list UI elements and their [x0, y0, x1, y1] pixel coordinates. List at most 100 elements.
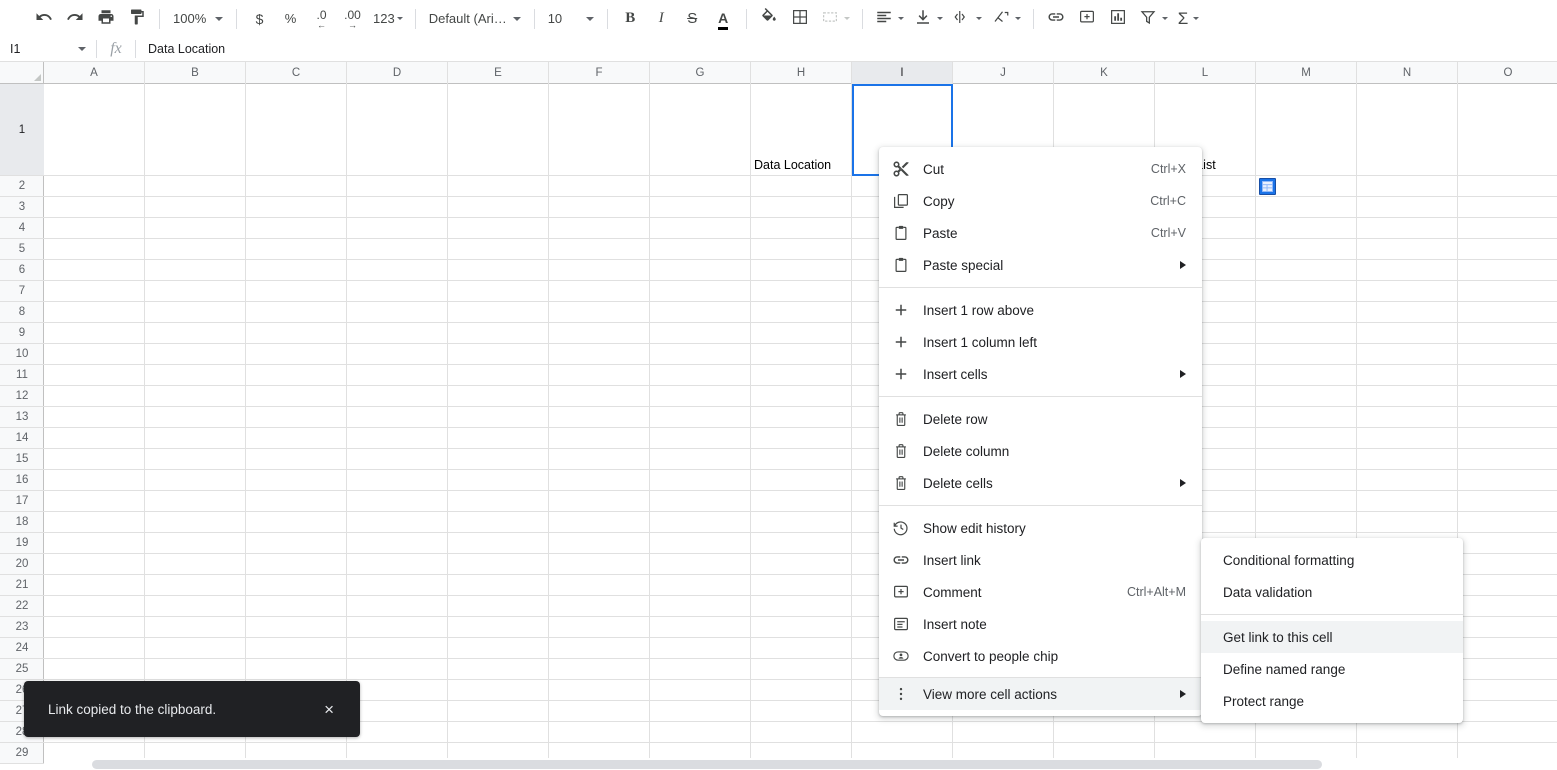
column-header-e[interactable]: E: [448, 62, 549, 84]
row-header-12[interactable]: 12: [0, 386, 44, 407]
row-header-23[interactable]: 23: [0, 617, 44, 638]
row-header-5[interactable]: 5: [0, 239, 44, 260]
row-header-24[interactable]: 24: [0, 638, 44, 659]
row-header-13[interactable]: 13: [0, 407, 44, 428]
menu-item-insert-cells[interactable]: Insert cells: [879, 358, 1202, 390]
row-header-19[interactable]: 19: [0, 533, 44, 554]
submenu-item-protect-range[interactable]: Protect range: [1201, 685, 1463, 717]
row-header-6[interactable]: 6: [0, 260, 44, 281]
row-header-3[interactable]: 3: [0, 197, 44, 218]
text-wrap-button[interactable]: [950, 5, 985, 32]
print-button[interactable]: [92, 5, 119, 32]
insert-comment-button[interactable]: [1074, 5, 1101, 32]
increase-decimal-button[interactable]: .00 →: [339, 5, 366, 32]
submenu-item-define-named-range[interactable]: Define named range: [1201, 653, 1463, 685]
insert-chart-button[interactable]: [1105, 5, 1132, 32]
font-selector[interactable]: Default (Ari…: [423, 5, 527, 32]
menu-item-delete-cells[interactable]: Delete cells: [879, 467, 1202, 499]
menu-item-insert-1-column-left[interactable]: Insert 1 column left: [879, 326, 1202, 358]
column-header-i[interactable]: I: [852, 62, 953, 84]
horizontal-scrollbar-thumb[interactable]: [92, 760, 1322, 769]
insert-link-button[interactable]: [1043, 5, 1070, 32]
row-header-14[interactable]: 14: [0, 428, 44, 449]
row-header-15[interactable]: 15: [0, 449, 44, 470]
menu-item-comment[interactable]: Comment Ctrl+Alt+M: [879, 576, 1202, 608]
column-header-k[interactable]: K: [1054, 62, 1155, 84]
borders-button[interactable]: [787, 5, 814, 32]
row-header-7[interactable]: 7: [0, 281, 44, 302]
gridline-horizontal: [44, 511, 1557, 512]
select-all-corner[interactable]: [0, 62, 44, 84]
number-format-button[interactable]: 123: [370, 5, 406, 32]
column-header-o[interactable]: O: [1458, 62, 1557, 84]
merge-cells-button[interactable]: [818, 5, 853, 32]
row-header-18[interactable]: 18: [0, 512, 44, 533]
chevron-down-icon[interactable]: [78, 47, 86, 51]
column-header-a[interactable]: A: [44, 62, 145, 84]
functions-button[interactable]: Σ: [1175, 5, 1203, 32]
row-header-17[interactable]: 17: [0, 491, 44, 512]
row-header-22[interactable]: 22: [0, 596, 44, 617]
create-filter-button[interactable]: [1136, 5, 1171, 32]
text-rotation-button[interactable]: [989, 5, 1024, 32]
close-icon[interactable]: ×: [318, 697, 340, 722]
row-header-20[interactable]: 20: [0, 554, 44, 575]
row-header-10[interactable]: 10: [0, 344, 44, 365]
font-size-selector[interactable]: 10: [542, 5, 600, 32]
italic-button[interactable]: I: [648, 5, 675, 32]
menu-item-insert-link[interactable]: Insert link: [879, 544, 1202, 576]
row-header-16[interactable]: 16: [0, 470, 44, 491]
row-header-8[interactable]: 8: [0, 302, 44, 323]
bold-button[interactable]: B: [617, 5, 644, 32]
column-header-j[interactable]: J: [953, 62, 1054, 84]
row-header-1[interactable]: 1: [0, 84, 44, 176]
text-color-button[interactable]: A: [710, 5, 737, 32]
submenu-item-conditional-formatting[interactable]: Conditional formatting: [1201, 544, 1463, 576]
horizontal-scrollbar[interactable]: [44, 758, 1557, 770]
row-header-29[interactable]: 29: [0, 743, 44, 764]
column-header-d[interactable]: D: [347, 62, 448, 84]
redo-button[interactable]: [61, 5, 88, 32]
cell-i1[interactable]: Data Location: [754, 158, 850, 172]
column-header-b[interactable]: B: [145, 62, 246, 84]
vertical-align-button[interactable]: [911, 5, 946, 32]
menu-item-copy[interactable]: Copy Ctrl+C: [879, 185, 1202, 217]
row-header-25[interactable]: 25: [0, 659, 44, 680]
column-header-m[interactable]: M: [1256, 62, 1357, 84]
paint-format-button[interactable]: [123, 5, 150, 32]
column-header-f[interactable]: F: [549, 62, 650, 84]
undo-button[interactable]: [30, 5, 57, 32]
row-header-4[interactable]: 4: [0, 218, 44, 239]
column-header-g[interactable]: G: [650, 62, 751, 84]
fill-color-button[interactable]: [756, 5, 783, 32]
row-header-9[interactable]: 9: [0, 323, 44, 344]
column-header-l[interactable]: L: [1155, 62, 1256, 84]
menu-item-convert-to-people-chip[interactable]: Convert to people chip: [879, 640, 1202, 672]
menu-item-delete-row[interactable]: Delete row: [879, 403, 1202, 435]
column-header-h[interactable]: H: [751, 62, 852, 84]
strikethrough-button[interactable]: S: [679, 5, 706, 32]
menu-item-show-edit-history[interactable]: Show edit history: [879, 512, 1202, 544]
row-header-11[interactable]: 11: [0, 365, 44, 386]
formula-input[interactable]: Data Location: [136, 37, 1557, 62]
horizontal-align-button[interactable]: [872, 5, 907, 32]
zoom-selector[interactable]: 100%: [167, 5, 229, 32]
menu-item-insert-note[interactable]: Insert note: [879, 608, 1202, 640]
currency-format-button[interactable]: $: [246, 5, 273, 32]
submenu-item-data-validation[interactable]: Data validation: [1201, 576, 1463, 608]
menu-item-paste-special[interactable]: Paste special: [879, 249, 1202, 281]
menu-item-cut[interactable]: Cut Ctrl+X: [879, 153, 1202, 185]
menu-item-paste[interactable]: Paste Ctrl+V: [879, 217, 1202, 249]
row-header-2[interactable]: 2: [0, 176, 44, 197]
image-chip-icon[interactable]: [1259, 178, 1276, 195]
menu-item-delete-column[interactable]: Delete column: [879, 435, 1202, 467]
percent-format-button[interactable]: %: [277, 5, 304, 32]
menu-item-view-more-cell-actions[interactable]: View more cell actions: [879, 678, 1202, 710]
submenu-item-get-link-to-this-cell[interactable]: Get link to this cell: [1201, 621, 1463, 653]
column-header-n[interactable]: N: [1357, 62, 1458, 84]
menu-item-insert-1-row-above[interactable]: Insert 1 row above: [879, 294, 1202, 326]
decrease-decimal-button[interactable]: .0 ←: [308, 5, 335, 32]
column-header-c[interactable]: C: [246, 62, 347, 84]
name-box[interactable]: I1: [0, 37, 96, 62]
row-header-21[interactable]: 21: [0, 575, 44, 596]
